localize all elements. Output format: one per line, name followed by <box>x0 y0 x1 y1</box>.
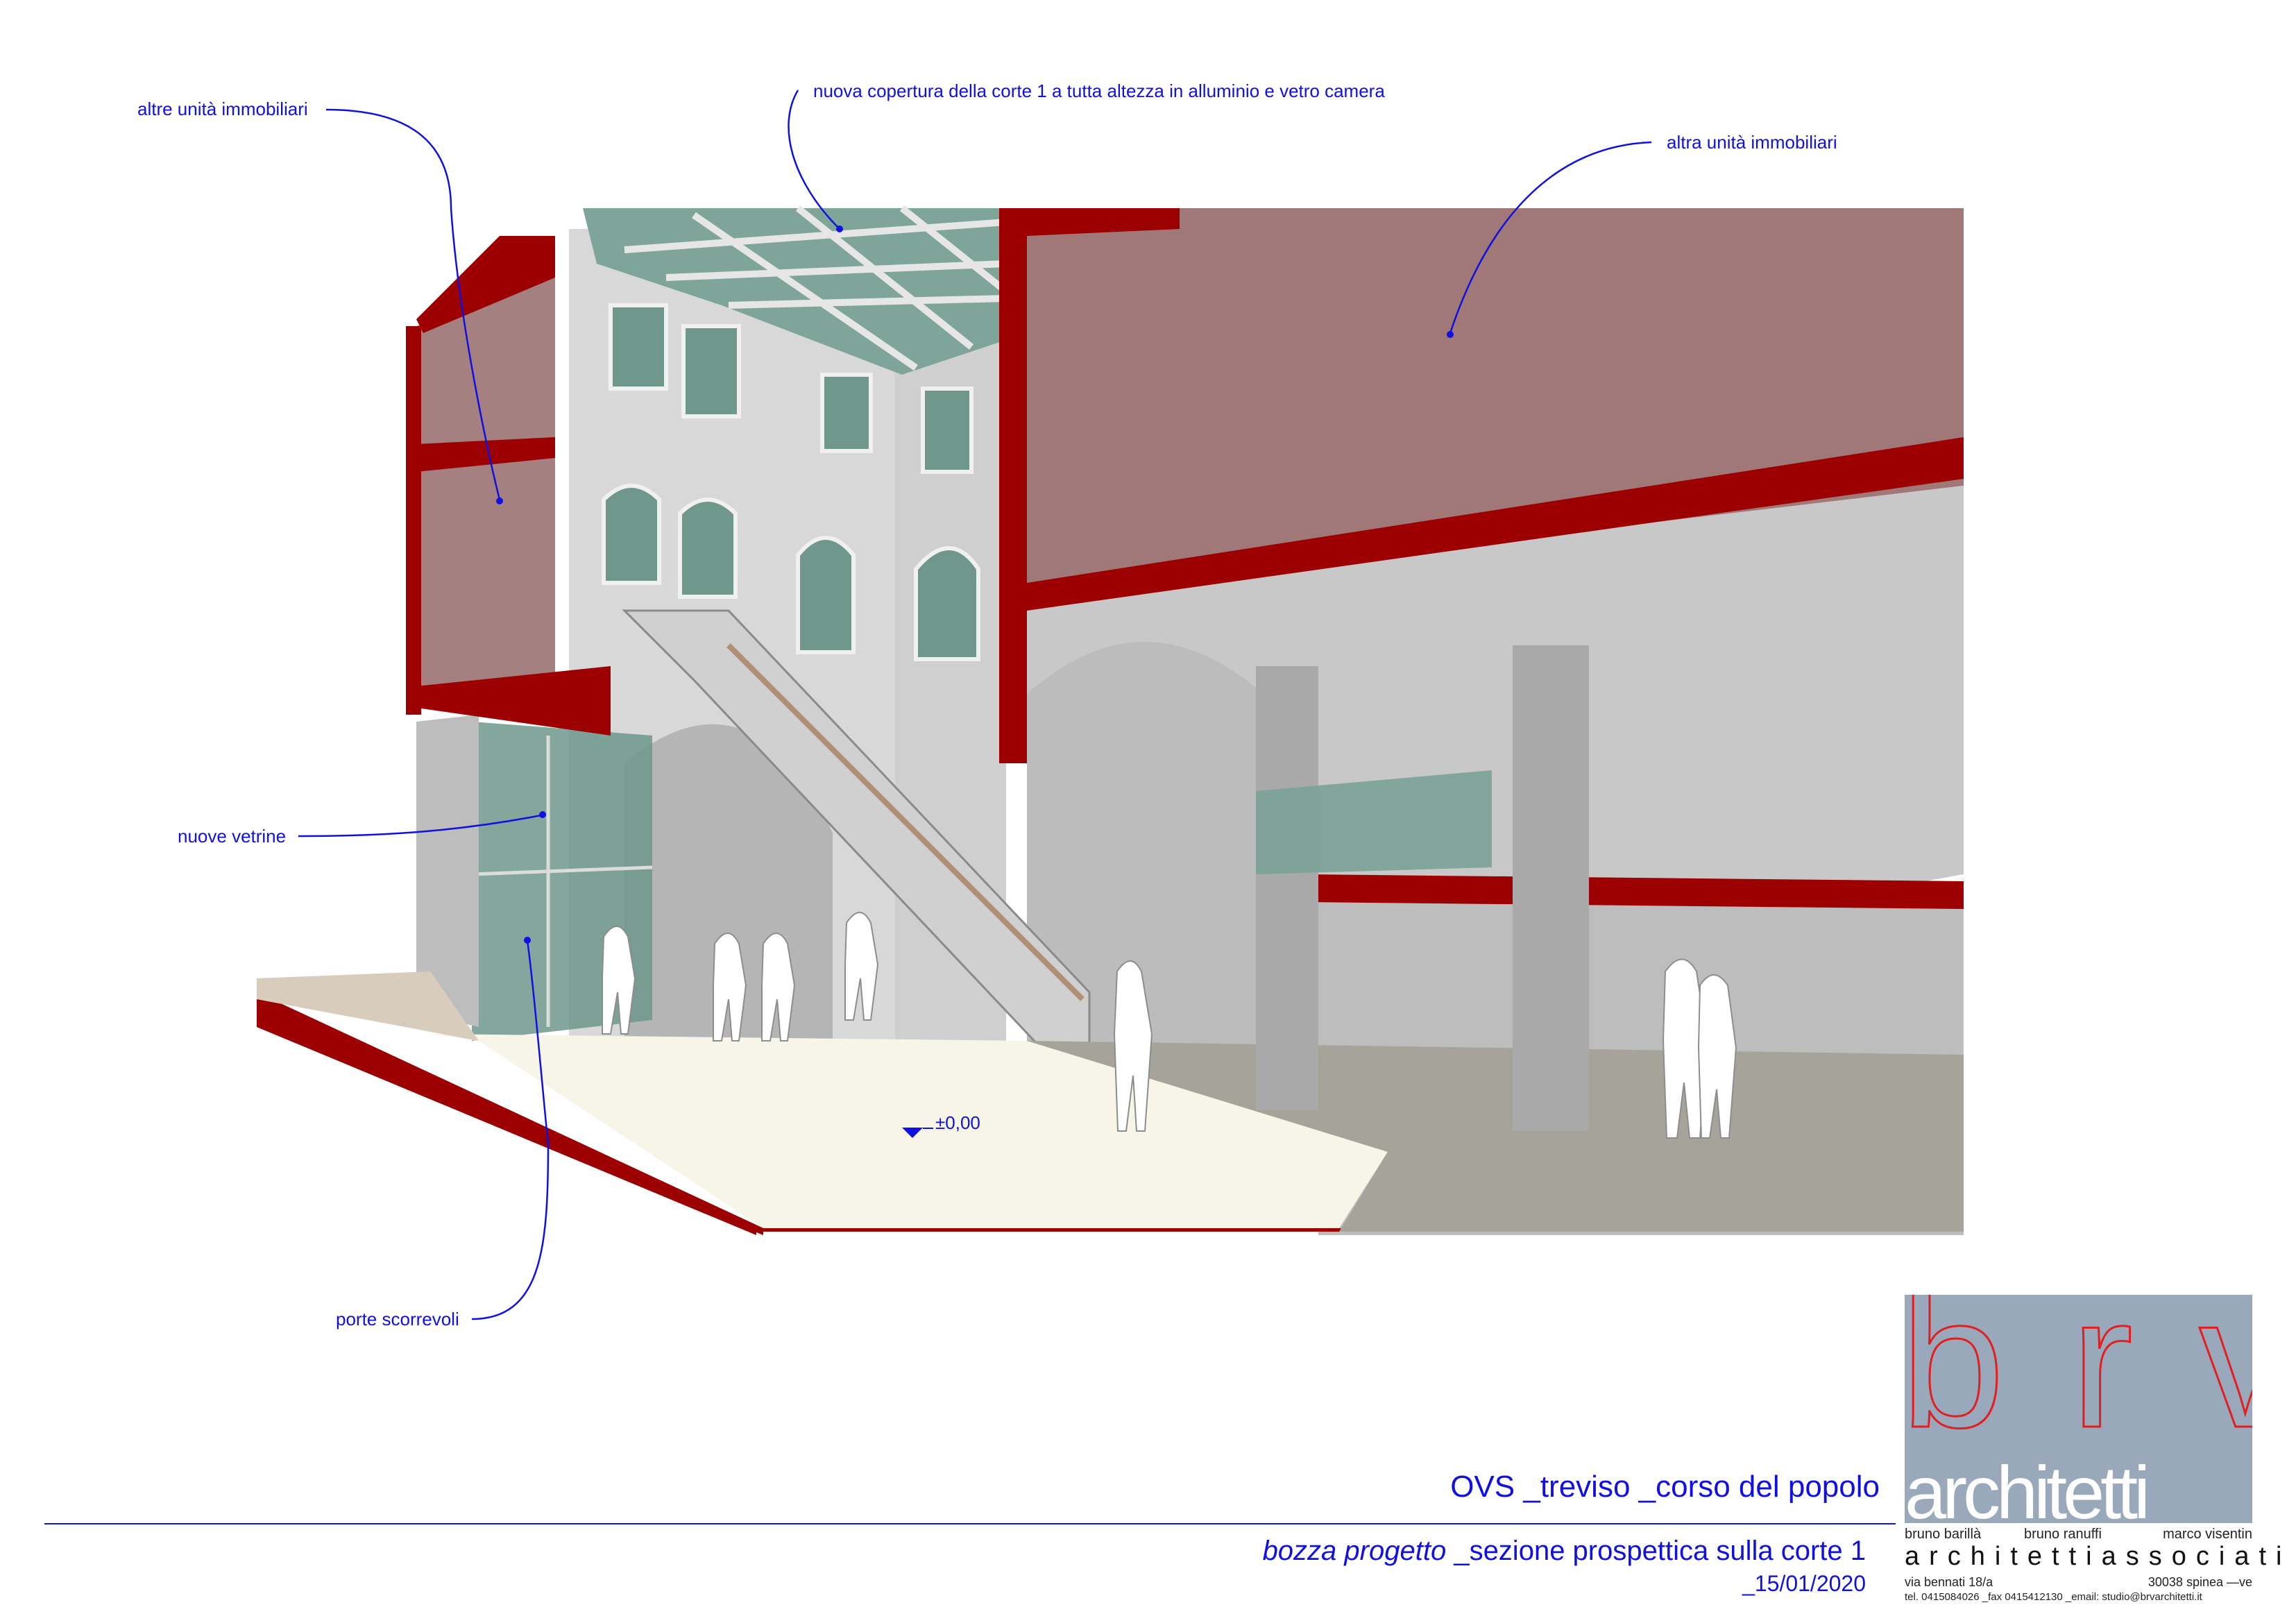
level-label: ±0,00 <box>935 1112 980 1133</box>
partner-3: marco visentin <box>2163 1527 2252 1542</box>
drawing-date: _15/01/2020 <box>1742 1571 1866 1596</box>
brv-letters: b r v <box>1905 1295 2252 1434</box>
label-porte-scorrevoli: porte scorrevoli <box>336 1309 459 1329</box>
contacts-line: tel. 0415084026 _fax 0415412130 _email: … <box>1905 1591 2202 1603</box>
title-rule <box>44 1523 1896 1524</box>
subtitle-text: _sezione prospettica sulla corte 1 <box>1446 1536 1866 1566</box>
left-unit-wall <box>416 278 555 694</box>
address-right: 30038 spinea —ve <box>2148 1575 2252 1589</box>
associates-wordmark: architettiassociati <box>1905 1542 2292 1571</box>
brv-letters-text: b r v <box>1905 1295 2252 1434</box>
partner-1: bruno barillà <box>1905 1527 1982 1542</box>
label-altre-unita: altre unità immobiliari <box>137 99 308 119</box>
label-nuove-vetrine: nuove vetrine <box>178 826 287 847</box>
drawing-subtitle: bozza progetto _sezione prospettica sull… <box>1263 1536 1866 1567</box>
logo-word: architetti <box>1905 1450 2150 1523</box>
label-altra-unita: altra unità immobiliari <box>1667 132 1837 153</box>
address-line: via bennati 18/a 30038 spinea —ve <box>1905 1575 2252 1590</box>
partner-2: bruno ranuffi <box>2024 1527 2102 1542</box>
subtitle-italic: bozza progetto <box>1262 1536 1447 1566</box>
project-title: OVS _treviso _corso del popolo <box>1450 1470 1880 1504</box>
label-nuova-copertura: nuova copertura della corte 1 a tutta al… <box>813 80 1385 101</box>
address-left: via bennati 18/a <box>1905 1575 1993 1589</box>
brv-logo: b r v architetti <box>1905 1295 2252 1523</box>
